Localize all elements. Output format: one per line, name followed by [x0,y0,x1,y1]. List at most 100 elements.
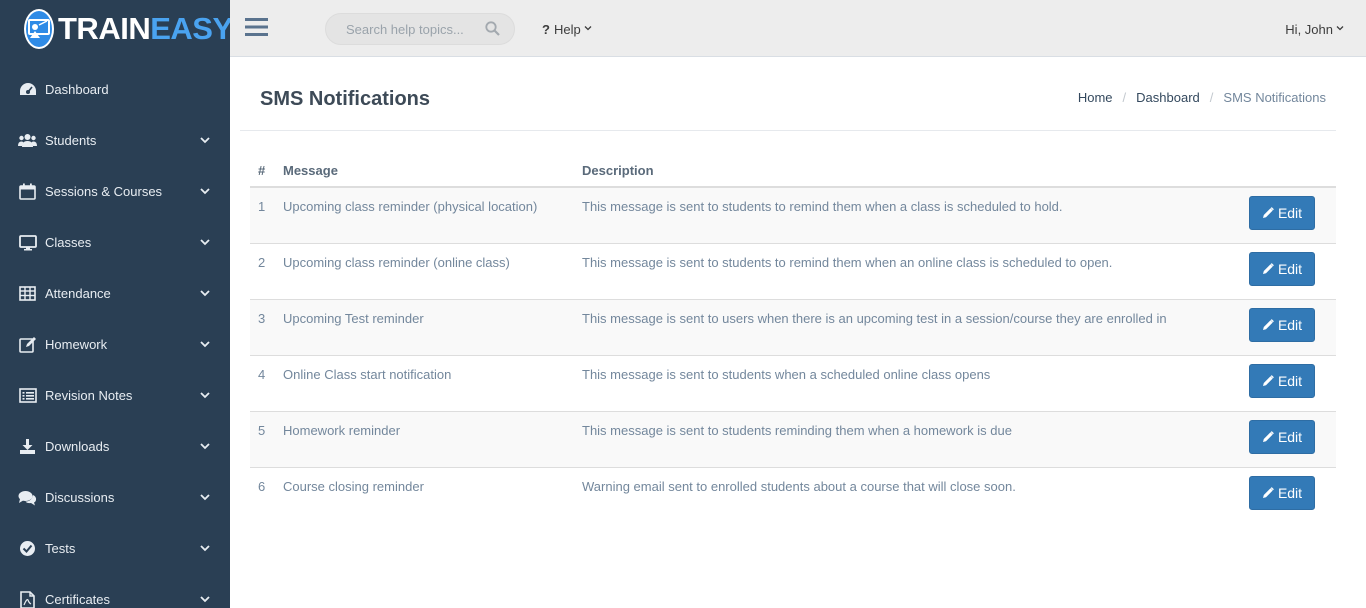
help-dropdown[interactable]: ? Help [542,20,592,38]
row-description: Warning email sent to enrolled students … [582,478,1016,494]
row-description: This message is sent to students to remi… [582,199,1063,214]
chevron-down-icon [200,238,210,248]
chevron-down-icon [200,136,210,146]
comments-icon [18,488,37,507]
table-header-row: # Message Description [250,154,1336,188]
user-menu[interactable]: Hi, John [1285,20,1344,38]
sidebar-item-label: Students [45,133,97,148]
row-message: Upcoming Test reminder [283,310,424,326]
chevron-down-icon [200,289,210,299]
sidebar-item-discussions[interactable]: Discussions [0,472,230,523]
list-icon [18,386,37,405]
table-row: 6 Course closing reminder Warning email … [250,467,1336,523]
sidebar-item-students[interactable]: Students [0,115,230,166]
sidebar-item-label: Classes [45,235,92,250]
page-header: SMS Notifications Home / Dashboard / SMS… [240,58,1336,131]
sidebar-item-sessions-courses[interactable]: Sessions & Courses [0,166,230,217]
pencil-icon [1262,374,1274,387]
edit-button-label: Edit [1277,484,1303,501]
sidebar-item-classes[interactable]: Classes [0,217,230,268]
page-title: SMS Notifications [260,88,431,110]
users-icon [18,131,37,150]
table-row: 3 Upcoming Test reminder This message is… [250,299,1336,355]
row-actions: Edit [1226,411,1336,467]
row-number: 3 [258,310,266,326]
help-label: Help [553,21,581,37]
row-description: This message is sent to students to remi… [582,254,1113,270]
edit-button-label: Edit [1277,372,1303,389]
table-icon [18,284,37,303]
sidebar-item-dashboard[interactable]: Dashboard [0,64,230,115]
row-number: 2 [258,254,266,270]
edit-icon [18,335,37,354]
sidebar-item-certificates[interactable]: Certificates [0,574,230,608]
pencil-icon [1262,262,1274,275]
edit-button[interactable]: Edit [1249,307,1315,342]
row-actions: Edit [1226,299,1336,355]
check-circle-icon [18,539,37,558]
row-number: 5 [258,422,266,438]
row-message: Online Class start notification [283,366,452,382]
file-pdf-icon [18,590,37,608]
edit-button-label: Edit [1277,316,1303,333]
edit-button-label: Edit [1277,428,1303,445]
pencil-icon [1262,486,1274,499]
chevron-down-icon [1336,25,1344,33]
sidebar-item-attendance[interactable]: Attendance [0,268,230,319]
chevron-down-icon [200,187,210,197]
chevron-down-icon [200,442,210,452]
breadcrumb-dashboard[interactable]: Dashboard [1136,90,1200,105]
sidebar-item-revision-notes[interactable]: Revision Notes [0,370,230,421]
brand-name: TRAINEASY [58,13,230,44]
edit-button[interactable]: Edit [1249,196,1315,230]
edit-button[interactable]: Edit [1249,363,1315,398]
row-message: Upcoming class reminder (physical locati… [283,199,538,214]
brand-name-part2: EASY [150,11,230,46]
search-input[interactable] [326,14,476,44]
search-icon[interactable] [485,21,501,37]
sidebar-item-label: Revision Notes [45,388,133,403]
user-greeting: Hi, John [1285,21,1333,37]
breadcrumb-home[interactable]: Home [1078,90,1113,105]
search-box [325,13,515,45]
sidebar-item-label: Discussions [45,490,115,505]
sidebar-item-downloads[interactable]: Downloads [0,421,230,472]
pencil-icon [1262,318,1274,331]
row-number: 4 [258,366,266,382]
column-header-number: # [250,154,275,188]
sidebar-item-tests[interactable]: Tests [0,523,230,574]
dashboard-icon [18,80,37,99]
sidebar-item-label: Dashboard [45,82,109,97]
sidebar-item-homework[interactable]: Homework [0,319,230,370]
row-description: This message is sent to students remindi… [582,422,1012,438]
breadcrumb-current: SMS Notifications [1223,90,1326,105]
row-description: This message is sent to students when a … [582,366,991,382]
sidebar-item-label: Attendance [45,286,111,301]
main-content: SMS Notifications Home / Dashboard / SMS… [230,58,1366,608]
chevron-down-icon [584,25,592,33]
edit-button[interactable]: Edit [1249,251,1315,286]
row-message: Homework reminder [283,422,401,438]
row-number: 6 [258,478,266,494]
column-header-message: Message [275,154,574,188]
breadcrumb-separator: / [1122,90,1127,105]
table-row: 5 Homework reminder This message is sent… [250,411,1336,467]
edit-button[interactable]: Edit [1249,419,1315,454]
menu-toggle-button[interactable] [245,17,268,39]
sidebar: TRAINEASY Dashboard Students Sessions & … [0,0,230,608]
pencil-icon [1262,207,1274,219]
edit-button-label: Edit [1277,260,1303,277]
column-header-actions [1226,154,1336,188]
edit-button[interactable]: Edit [1249,475,1315,510]
row-message: Course closing reminder [283,478,424,494]
chevron-down-icon [200,391,210,401]
row-actions: Edit [1226,187,1336,243]
row-actions: Edit [1226,243,1336,299]
brand-logo[interactable]: TRAINEASY [0,0,230,57]
row-message: Upcoming class reminder (online class) [283,254,510,270]
row-number: 1 [258,199,266,214]
sidebar-item-label: Sessions & Courses [45,184,163,199]
calendar-icon [18,182,37,201]
column-header-description: Description [574,154,1226,188]
sidebar-nav: Dashboard Students Sessions & Courses Cl… [0,64,230,608]
